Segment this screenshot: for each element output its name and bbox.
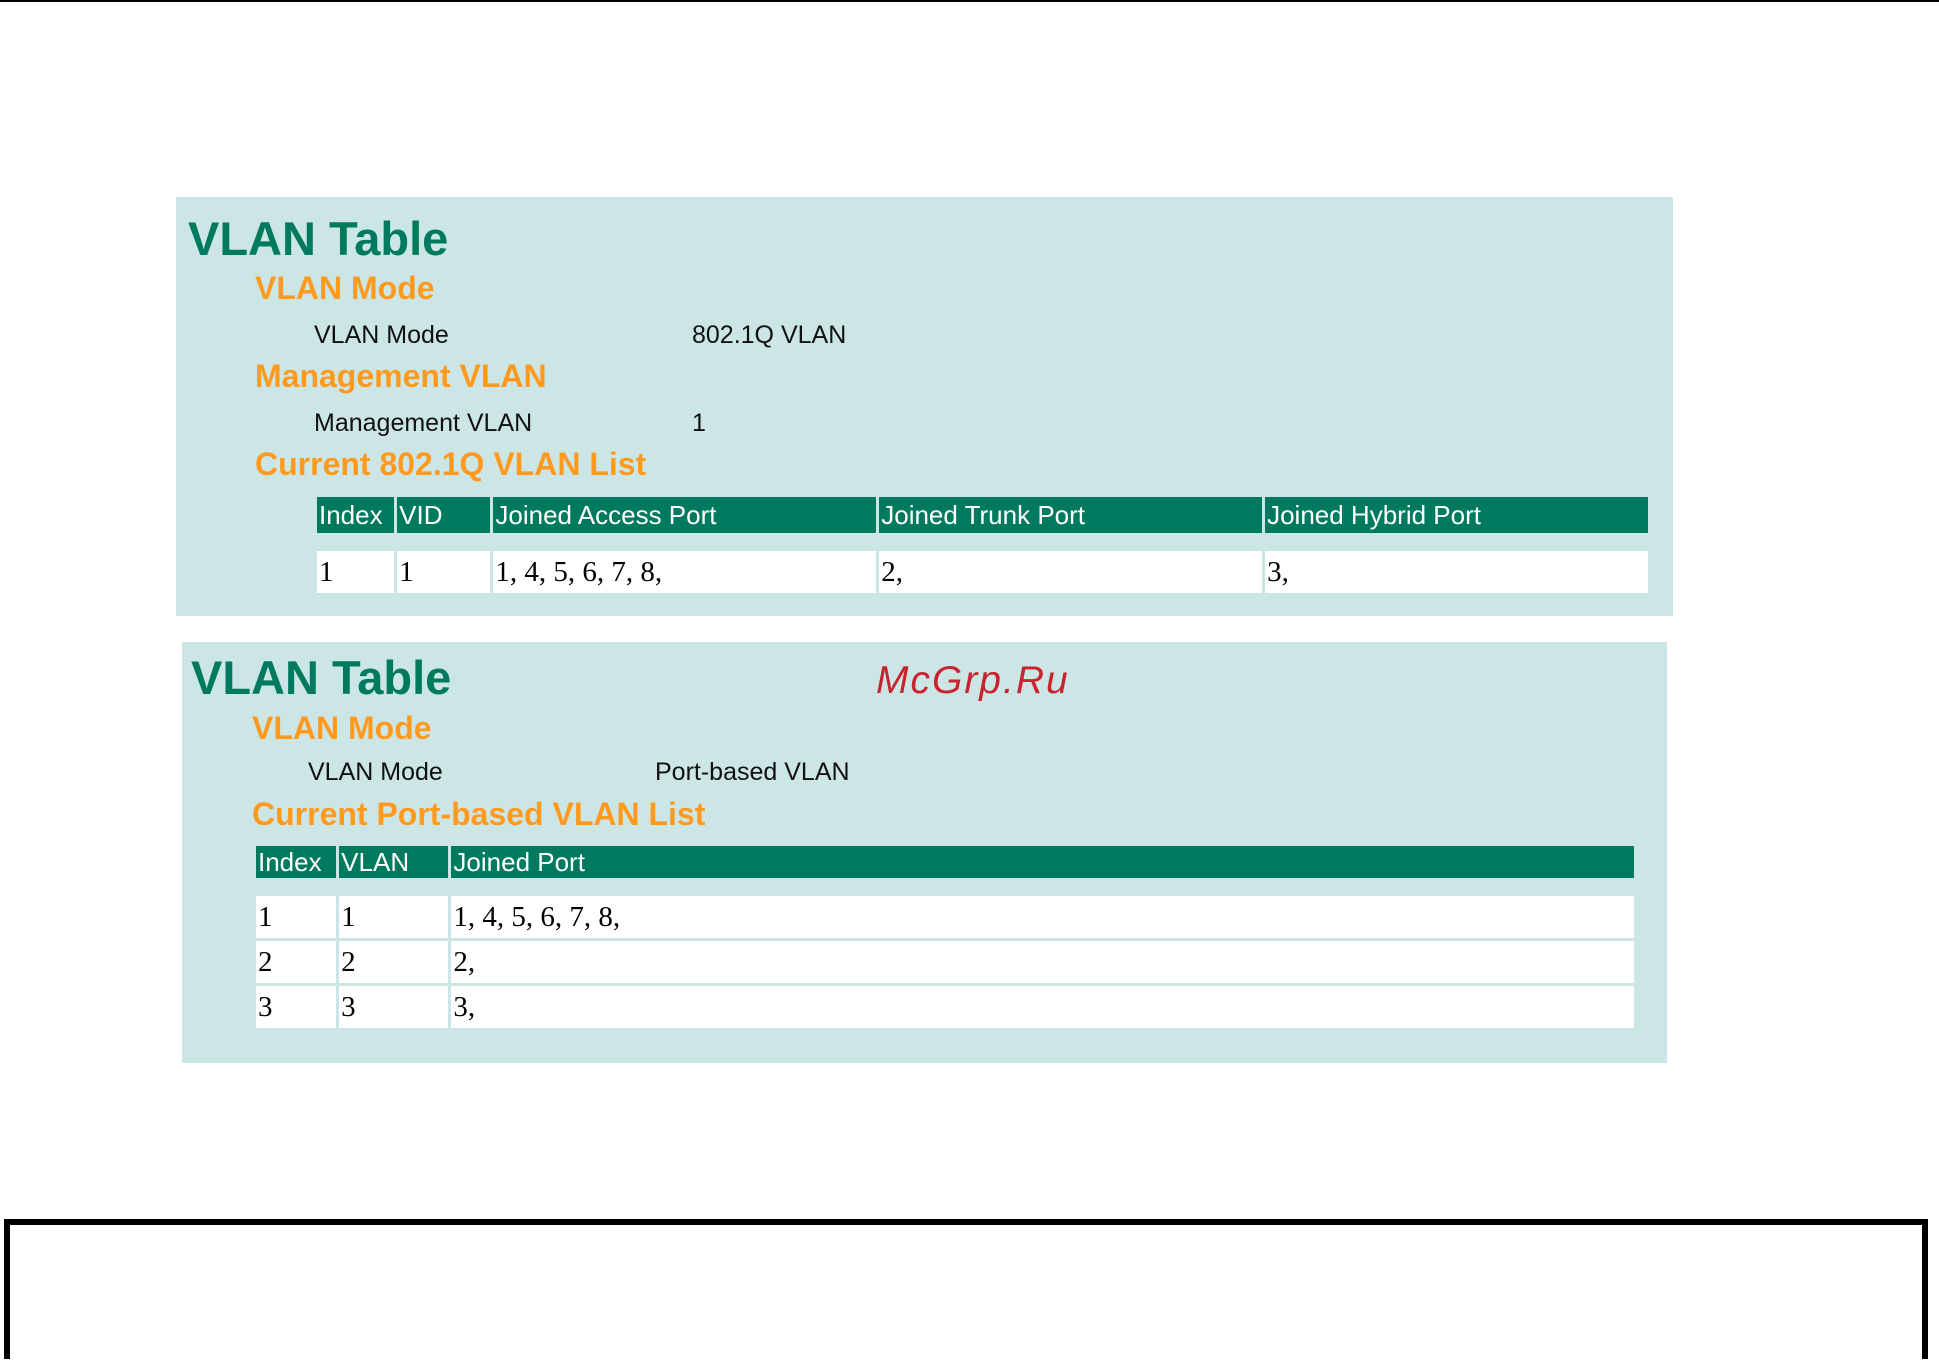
table-header-row: Index VLAN Joined Port	[256, 846, 1634, 878]
table-header-row: Index VID Joined Access Port Joined Trun…	[317, 497, 1648, 533]
port-based-vlan-table: Index VLAN Joined Port 1 1 1, 4, 5, 6, 7…	[253, 843, 1637, 1031]
col-header-joined-port: Joined Port	[451, 846, 1634, 878]
page-title: VLAN Table	[191, 651, 452, 704]
cell-vlan: 3	[339, 986, 449, 1028]
cell-joined-trunk-port: 2,	[879, 551, 1263, 593]
management-vlan-heading: Management VLAN	[255, 358, 547, 394]
cell-index: 3	[256, 986, 337, 1028]
col-header-joined-access-port: Joined Access Port	[493, 497, 877, 533]
management-vlan-value: 1	[692, 409, 706, 437]
spacer-cell	[317, 536, 1648, 548]
table-spacer	[256, 881, 1634, 893]
vlan-mode-heading: VLAN Mode	[252, 710, 432, 746]
cell-joined-port: 2,	[451, 941, 1634, 983]
bottom-frame	[4, 1219, 1928, 1359]
col-header-joined-hybrid-port: Joined Hybrid Port	[1265, 497, 1648, 533]
management-vlan-label: Management VLAN	[314, 409, 533, 437]
cell-joined-port: 3,	[451, 986, 1634, 1028]
vlan-mode-heading: VLAN Mode	[255, 270, 435, 306]
cell-joined-access-port: 1, 4, 5, 6, 7, 8,	[493, 551, 877, 593]
col-header-vlan: VLAN	[339, 846, 449, 878]
col-header-joined-trunk-port: Joined Trunk Port	[879, 497, 1263, 533]
watermark-text: McGrp.Ru	[876, 659, 1070, 702]
vlan-mode-label: VLAN Mode	[308, 758, 443, 786]
table-row: 1 1 1, 4, 5, 6, 7, 8, 2, 3,	[317, 551, 1648, 593]
cell-joined-port: 1, 4, 5, 6, 7, 8,	[451, 896, 1634, 938]
table-row: 3 3 3,	[256, 986, 1634, 1028]
spacer-cell	[256, 881, 1634, 893]
vlan-mode-value: Port-based VLAN	[655, 758, 850, 786]
top-rule	[0, 0, 1939, 2]
cell-index: 1	[256, 896, 337, 938]
cell-vlan: 2	[339, 941, 449, 983]
table-row: 1 1 1, 4, 5, 6, 7, 8,	[256, 896, 1634, 938]
table-row: 2 2 2,	[256, 941, 1634, 983]
vlan-list-heading: Current Port-based VLAN List	[252, 796, 706, 832]
cell-index: 2	[256, 941, 337, 983]
vlan-mode-value: 802.1Q VLAN	[692, 321, 847, 349]
col-header-index: Index	[256, 846, 337, 878]
page-title: VLAN Table	[188, 212, 449, 265]
vlan-list-heading: Current 802.1Q VLAN List	[255, 446, 647, 482]
table-spacer	[317, 536, 1648, 548]
col-header-vid: VID	[397, 497, 491, 533]
cell-vlan: 1	[339, 896, 449, 938]
col-header-index: Index	[317, 497, 395, 533]
cell-vid: 1	[397, 551, 491, 593]
cell-index: 1	[317, 551, 395, 593]
vlan-mode-label: VLAN Mode	[314, 321, 449, 349]
cell-joined-hybrid-port: 3,	[1265, 551, 1648, 593]
vlan-8021q-table: Index VID Joined Access Port Joined Trun…	[314, 494, 1651, 596]
